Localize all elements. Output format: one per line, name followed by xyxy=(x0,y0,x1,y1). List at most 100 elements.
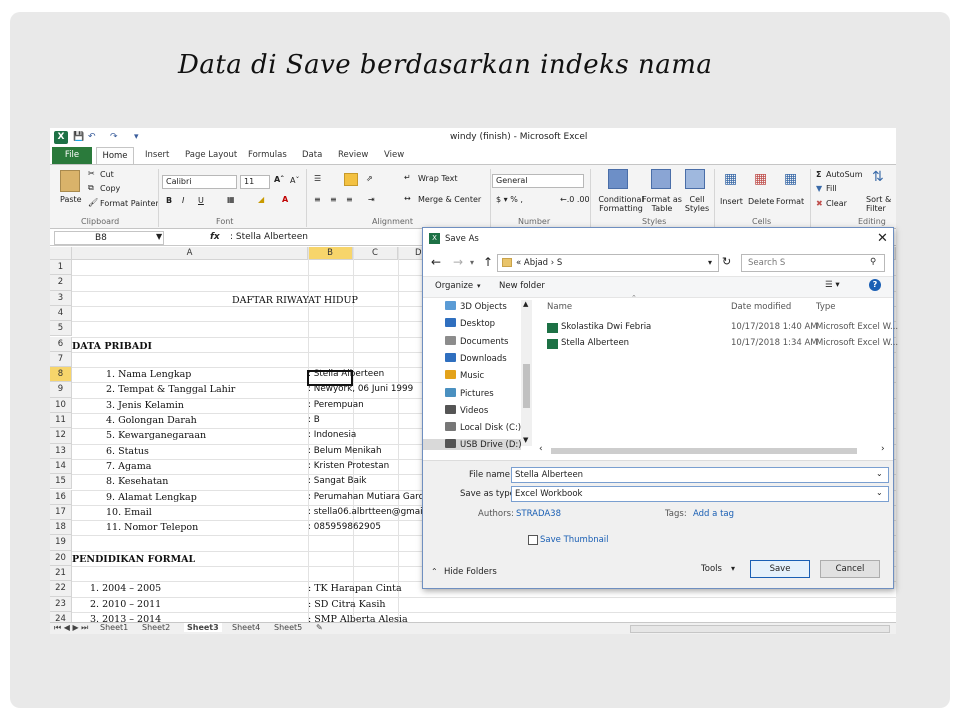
sheet-tab-4[interactable]: Sheet4 xyxy=(232,623,260,632)
function-icon[interactable]: fx xyxy=(210,232,220,242)
personal-value-cell[interactable]: : Belum Menikah xyxy=(308,446,382,456)
column-header-b[interactable]: B xyxy=(308,247,353,260)
scroll-thumb[interactable] xyxy=(523,364,530,408)
format-as-table-icon[interactable] xyxy=(651,169,671,189)
row-header[interactable]: 11 xyxy=(50,413,72,429)
row-header[interactable]: 2 xyxy=(50,275,72,291)
merge-center-icon[interactable]: ↔ xyxy=(404,194,411,203)
font-size-select[interactable]: 11 xyxy=(240,175,270,189)
personal-value-cell[interactable]: : Indonesia xyxy=(308,430,356,440)
row-header[interactable]: 22 xyxy=(50,581,72,597)
row-header[interactable]: 9 xyxy=(50,382,72,398)
personal-label-cell[interactable]: 3. Jenis Kelamin xyxy=(106,400,184,411)
row-header[interactable]: 13 xyxy=(50,443,72,459)
column-header-c[interactable]: C xyxy=(353,247,398,260)
address-path[interactable]: « Abjad › S xyxy=(516,258,562,268)
personal-label-cell[interactable]: 2. Tempat & Tanggal Lahir xyxy=(106,384,235,395)
nav-scrollbar[interactable]: ▲ ▼ xyxy=(521,300,532,446)
education-school-cell[interactable]: : TK Harapan Cinta xyxy=(308,583,402,594)
active-cell-b8[interactable] xyxy=(307,370,353,386)
orientation-icon[interactable]: ⇗ xyxy=(366,174,373,183)
nav-item[interactable]: Downloads xyxy=(445,352,507,364)
sheet-tab-2[interactable]: Sheet2 xyxy=(142,623,170,632)
personal-label-cell[interactable]: 9. Alamat Lengkap xyxy=(106,492,197,503)
row-header[interactable]: 18 xyxy=(50,520,72,536)
hide-folders-icon[interactable]: ⌃ xyxy=(431,567,438,576)
save-type-dropdown-icon[interactable]: ⌄ xyxy=(876,488,883,497)
personal-label-cell[interactable]: 10. Email xyxy=(106,507,152,518)
personal-label-cell[interactable]: 4. Golongan Darah xyxy=(106,415,197,426)
personal-label-cell[interactable]: 8. Kesehatan xyxy=(106,476,168,487)
save-thumbnail-checkbox[interactable] xyxy=(528,535,538,545)
sheet-nav-arrows-icon[interactable]: ⏮ ◀ ▶ ⏭ xyxy=(54,623,88,633)
insert-cells-button[interactable]: Insert xyxy=(720,197,743,206)
insert-sheet-icon[interactable]: ✎ xyxy=(316,623,323,632)
sheet-tab-1[interactable]: Sheet1 xyxy=(100,623,128,632)
row-header[interactable]: 12 xyxy=(50,428,72,444)
file-name-value[interactable]: Stella Alberteen xyxy=(515,470,583,480)
row-header[interactable]: 3 xyxy=(50,290,72,306)
scroll-right-icon[interactable]: › xyxy=(881,444,885,454)
autosum-button[interactable]: AutoSum xyxy=(826,170,863,179)
align-top-icon[interactable]: ☰ xyxy=(314,174,321,183)
save-thumbnail-label[interactable]: Save Thumbnail xyxy=(540,535,609,545)
row-header[interactable]: 1 xyxy=(50,260,72,276)
file-type[interactable]: Microsoft Excel W... xyxy=(816,338,898,348)
column-header-a[interactable]: A xyxy=(72,247,308,260)
personal-value-cell[interactable]: : B xyxy=(308,415,320,425)
nav-item[interactable]: Local Disk (C:) xyxy=(445,422,521,433)
tab-page-layout[interactable]: Page Layout xyxy=(185,150,237,160)
font-color-icon[interactable]: A xyxy=(282,195,288,204)
education-school-cell[interactable]: : SD Citra Kasih xyxy=(308,599,386,610)
nav-item[interactable]: Music xyxy=(445,370,484,381)
save-type-value[interactable]: Excel Workbook xyxy=(515,489,582,499)
indent-icon[interactable]: ⇥ xyxy=(368,195,375,204)
scroll-left-icon[interactable]: ‹ xyxy=(539,444,543,454)
align-right-icon[interactable]: ≡ xyxy=(346,195,353,204)
personal-label-cell[interactable]: 5. Kewarganegaraan xyxy=(106,430,206,441)
bold-icon[interactable]: B xyxy=(166,196,172,205)
row-header[interactable]: 17 xyxy=(50,504,72,521)
fill-button[interactable]: Fill xyxy=(826,184,837,193)
file-date[interactable]: 10/17/2018 1:40 AM xyxy=(731,322,818,332)
row-header[interactable]: 23 xyxy=(50,596,72,612)
row-header[interactable]: 19 xyxy=(50,535,72,551)
nav-item[interactable]: USB Drive (D:) xyxy=(423,439,522,451)
shrink-font-icon[interactable]: Aˇ xyxy=(290,176,299,185)
tools-button[interactable]: Tools xyxy=(701,564,722,574)
personal-value-cell[interactable]: : Sangat Baik xyxy=(308,476,367,486)
search-icon[interactable]: ⚲ xyxy=(870,257,876,267)
format-as-table-button[interactable]: Format as Table xyxy=(642,195,682,213)
nav-item[interactable]: Videos xyxy=(445,404,488,416)
column-header-date[interactable]: Date modified xyxy=(731,302,791,312)
scroll-down-icon[interactable]: ▼ xyxy=(523,436,528,444)
file-name-dropdown-icon[interactable]: ⌄ xyxy=(876,469,883,478)
copy-icon[interactable]: ⧉ xyxy=(88,183,94,193)
up-arrow-icon[interactable]: ↑ xyxy=(483,255,493,269)
personal-value-cell[interactable]: : Kristen Protestan xyxy=(308,461,389,471)
select-all-corner[interactable] xyxy=(50,247,72,260)
sheet-tab-5[interactable]: Sheet5 xyxy=(274,623,302,632)
organize-button[interactable]: Organize xyxy=(435,281,473,291)
cell-styles-icon[interactable] xyxy=(685,169,705,189)
address-dropdown-icon[interactable]: ▾ xyxy=(708,258,712,267)
file-name[interactable]: Skolastika Dwi Febria xyxy=(561,322,651,332)
qat-customize-icon[interactable]: ▾ xyxy=(134,132,139,142)
paste-button[interactable]: Paste xyxy=(60,195,82,204)
row-header[interactable]: 8 xyxy=(50,367,72,383)
tab-formulas[interactable]: Formulas xyxy=(248,150,287,160)
refresh-icon[interactable]: ↻ xyxy=(722,255,731,268)
insert-cells-icon[interactable]: ▦ xyxy=(724,171,737,187)
file-type[interactable]: Microsoft Excel W... xyxy=(816,322,898,332)
organize-dropdown-icon[interactable]: ▾ xyxy=(477,282,481,290)
fill-color-icon[interactable]: ◢ xyxy=(258,195,264,204)
file-name-field[interactable]: Stella Alberteen ⌄ xyxy=(511,467,889,483)
back-arrow-icon[interactable]: ← xyxy=(431,255,441,269)
save-button[interactable]: Save xyxy=(750,560,810,578)
tab-data[interactable]: Data xyxy=(302,150,322,160)
cell-a20-section[interactable]: PENDIDIKAN FORMAL xyxy=(72,554,195,565)
row-header[interactable]: 16 xyxy=(50,489,72,505)
paste-icon[interactable] xyxy=(60,170,80,192)
file-date[interactable]: 10/17/2018 1:34 AM xyxy=(731,338,818,348)
nav-item[interactable]: Documents xyxy=(445,335,508,347)
